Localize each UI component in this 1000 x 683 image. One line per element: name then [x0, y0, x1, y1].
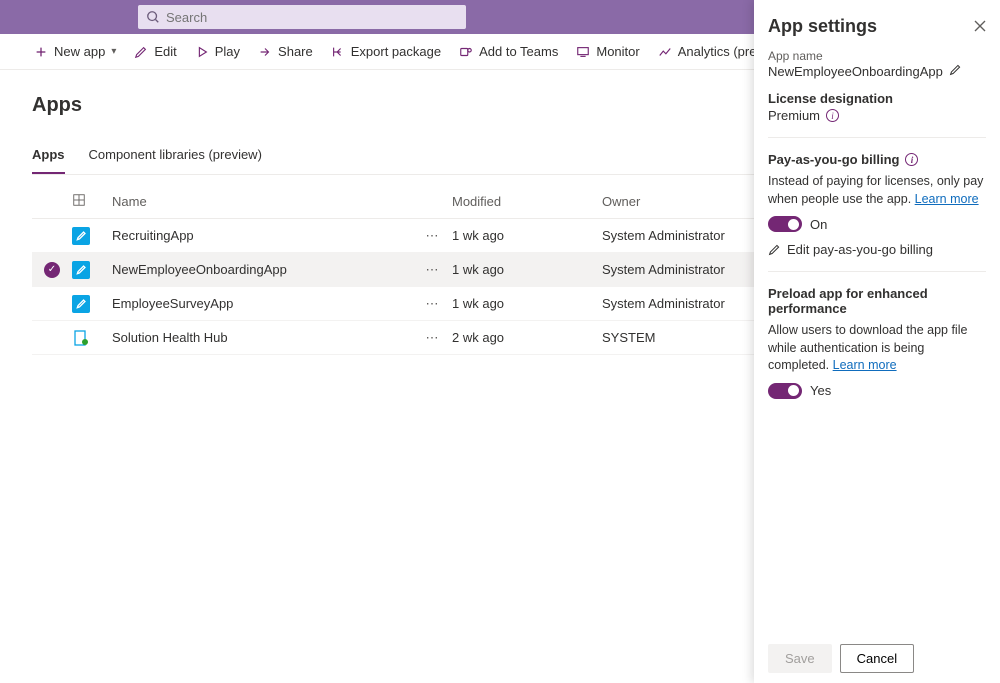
license-label: License designation [768, 91, 986, 106]
app-name: Solution Health Hub [112, 330, 412, 345]
close-button[interactable] [974, 19, 986, 35]
play-label: Play [215, 44, 240, 59]
plus-icon [34, 45, 48, 59]
divider [768, 271, 986, 272]
cancel-button[interactable]: Cancel [840, 644, 914, 673]
monitor-label: Monitor [596, 44, 639, 59]
checkmark-icon: ✓ [44, 262, 60, 278]
export-label: Export package [351, 44, 441, 59]
play-icon [195, 45, 209, 59]
search-input[interactable] [166, 10, 458, 25]
pencil-icon [134, 45, 148, 59]
modified-value: 1 wk ago [452, 228, 602, 243]
teams-label: Add to Teams [479, 44, 558, 59]
payg-description: Instead of paying for licenses, only pay… [768, 173, 986, 208]
preload-toggle-label: Yes [810, 383, 831, 398]
edit-name-button[interactable] [949, 63, 962, 79]
edit-payg-label: Edit pay-as-you-go billing [787, 242, 933, 257]
info-icon[interactable]: i [826, 109, 839, 122]
row-more-button[interactable]: ⋯ [412, 330, 452, 346]
preload-toggle[interactable] [768, 383, 802, 399]
add-to-teams-button[interactable]: Add to Teams [453, 40, 564, 63]
pencil-icon [76, 230, 87, 241]
payg-toggle-label: On [810, 217, 827, 232]
share-label: Share [278, 44, 313, 59]
column-name[interactable]: Name [112, 194, 412, 209]
pencil-icon [76, 298, 87, 309]
edit-payg-button[interactable]: Edit pay-as-you-go billing [768, 242, 986, 257]
share-icon [258, 45, 272, 59]
share-button[interactable]: Share [252, 40, 319, 63]
row-more-button[interactable]: ⋯ [412, 296, 452, 312]
column-icon[interactable] [72, 193, 112, 210]
divider [768, 137, 986, 138]
new-app-button[interactable]: New app ▾ [28, 40, 122, 63]
new-app-label: New app [54, 44, 105, 59]
monitor-button[interactable]: Monitor [570, 40, 645, 63]
search-icon [146, 10, 160, 24]
app-icon [72, 295, 90, 313]
panel-title: App settings [768, 16, 877, 37]
modified-value: 1 wk ago [452, 296, 602, 311]
app-name-label: App name [768, 49, 986, 63]
teams-icon [459, 45, 473, 59]
analytics-icon [658, 45, 672, 59]
app-name: RecruitingApp [112, 228, 412, 243]
search-box[interactable] [138, 5, 466, 29]
payg-toggle[interactable] [768, 216, 802, 232]
payg-learn-more-link[interactable]: Learn more [915, 192, 979, 206]
column-modified[interactable]: Modified [452, 194, 602, 209]
preload-learn-more-link[interactable]: Learn more [833, 358, 897, 372]
app-icon [72, 329, 90, 347]
app-name-value: NewEmployeeOnboardingApp [768, 64, 943, 79]
export-icon [331, 45, 345, 59]
license-value: Premium [768, 108, 820, 123]
close-icon [974, 20, 986, 32]
monitor-icon [576, 45, 590, 59]
modified-value: 1 wk ago [452, 262, 602, 277]
info-icon[interactable]: i [905, 153, 918, 166]
app-icon [72, 261, 90, 279]
pencil-icon [949, 63, 962, 76]
tab-apps[interactable]: Apps [32, 141, 65, 174]
preload-description: Allow users to download the app file whi… [768, 322, 986, 375]
app-settings-panel: App settings App name NewEmployeeOnboard… [754, 0, 1000, 683]
play-button[interactable]: Play [189, 40, 246, 63]
row-more-button[interactable]: ⋯ [412, 228, 452, 244]
pencil-icon [768, 243, 781, 256]
row-more-button[interactable]: ⋯ [412, 262, 452, 278]
save-button: Save [768, 644, 832, 673]
app-name: NewEmployeeOnboardingApp [112, 262, 412, 277]
chevron-down-icon: ▾ [111, 46, 116, 57]
payg-title: Pay-as-you-go billing i [768, 152, 986, 167]
pencil-icon [76, 264, 87, 275]
preload-title: Preload app for enhanced performance [768, 286, 986, 316]
document-icon [72, 329, 90, 347]
tab-component-libraries[interactable]: Component libraries (preview) [89, 141, 262, 174]
export-button[interactable]: Export package [325, 40, 447, 63]
app-icon [72, 227, 90, 245]
edit-label: Edit [154, 44, 176, 59]
app-name: EmployeeSurveyApp [112, 296, 412, 311]
modified-value: 2 wk ago [452, 330, 602, 345]
edit-button[interactable]: Edit [128, 40, 182, 63]
